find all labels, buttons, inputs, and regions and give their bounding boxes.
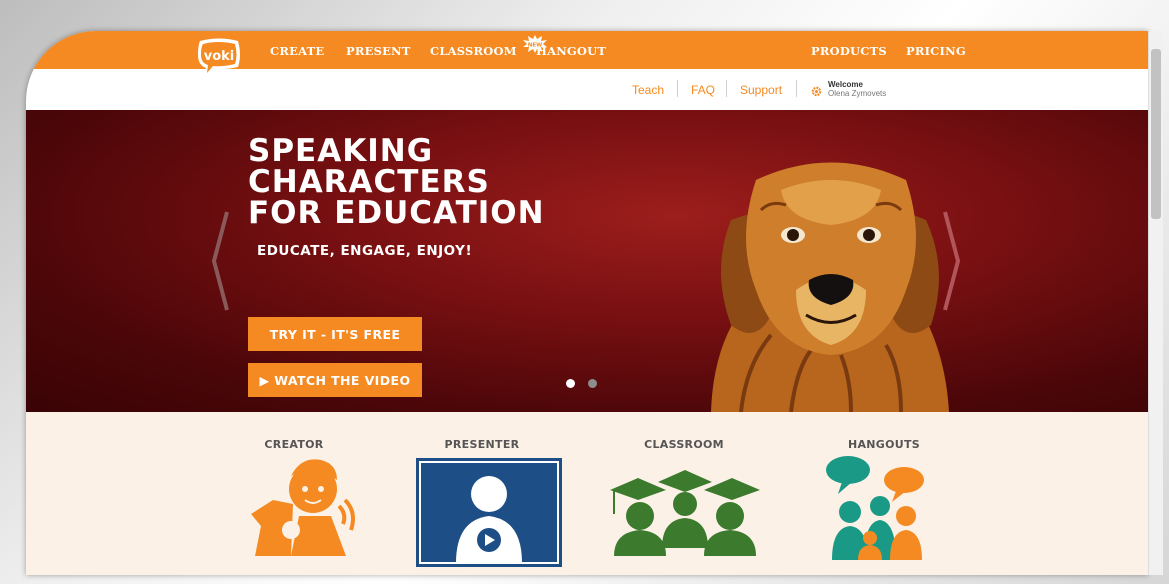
try-it-free-button[interactable]: TRY IT - IT'S FREE xyxy=(248,317,422,351)
nav-pricing[interactable]: PRICING xyxy=(906,44,966,58)
browser-viewport: voki CREATE PRESENT CLASSROOM NEW HANGOU… xyxy=(26,31,1148,575)
welcome-user[interactable]: Welcome Olena Zymovets xyxy=(828,80,886,98)
carousel-dot-active[interactable] xyxy=(566,379,575,388)
nav-classroom[interactable]: CLASSROOM xyxy=(430,44,517,58)
nav-create[interactable]: CREATE xyxy=(270,44,324,58)
gear-icon[interactable] xyxy=(811,82,822,101)
hero-banner: SPEAKING CHARACTERS FOR EDUCATION EDUCAT… xyxy=(26,110,1148,412)
hero-tagline: EDUCATE, ENGAGE, ENJOY! xyxy=(257,243,473,259)
vertical-scrollbar[interactable] xyxy=(1148,31,1163,575)
graduation-caps-icon[interactable] xyxy=(610,470,760,556)
logo-text: voki xyxy=(204,49,235,64)
nav-hangout[interactable]: HANGOUT xyxy=(536,44,606,58)
subnav-faq-link[interactable]: FAQ xyxy=(691,83,715,97)
group-chat-icon[interactable] xyxy=(826,456,926,560)
headline-line: SPEAKING xyxy=(248,133,434,169)
nav-present[interactable]: PRESENT xyxy=(346,44,411,58)
subnav-support-link[interactable]: Support xyxy=(740,83,782,97)
scrollbar-thumb[interactable] xyxy=(1151,49,1161,219)
headline-line: CHARACTERS xyxy=(248,164,490,200)
presenter-video-icon[interactable] xyxy=(416,458,562,567)
subnav-divider xyxy=(726,80,727,97)
nav-products[interactable]: PRODUCTS xyxy=(811,44,887,58)
product-label-presenter[interactable]: PRESENTER xyxy=(412,438,552,451)
top-navigation-bar: voki CREATE PRESENT CLASSROOM NEW HANGOU… xyxy=(26,31,1148,79)
user-name: Olena Zymovets xyxy=(828,89,887,98)
welcome-label: Welcome xyxy=(828,80,863,89)
subnav-teach-link[interactable]: Teach xyxy=(632,83,664,97)
products-section: CREATOR PRESENTER CLASSROOM HANGOUTS xyxy=(26,412,1148,575)
product-label-creator[interactable]: CREATOR xyxy=(224,438,364,451)
subnav-divider xyxy=(677,80,678,97)
hero-headline: SPEAKING CHARACTERS FOR EDUCATION xyxy=(248,136,545,229)
watch-video-button[interactable]: ▶ WATCH THE VIDEO xyxy=(248,363,422,397)
carousel-dot[interactable] xyxy=(588,379,597,388)
golden-retriever-illustration xyxy=(711,162,949,412)
voki-logo[interactable]: voki xyxy=(194,37,244,81)
subnav-divider xyxy=(796,80,797,97)
product-label-hangouts[interactable]: HANGOUTS xyxy=(814,438,954,451)
creator-character-icon[interactable] xyxy=(251,456,371,556)
headline-line: FOR EDUCATION xyxy=(248,195,545,231)
carousel-prev-arrow-icon[interactable] xyxy=(210,210,230,316)
product-label-classroom[interactable]: CLASSROOM xyxy=(614,438,754,451)
